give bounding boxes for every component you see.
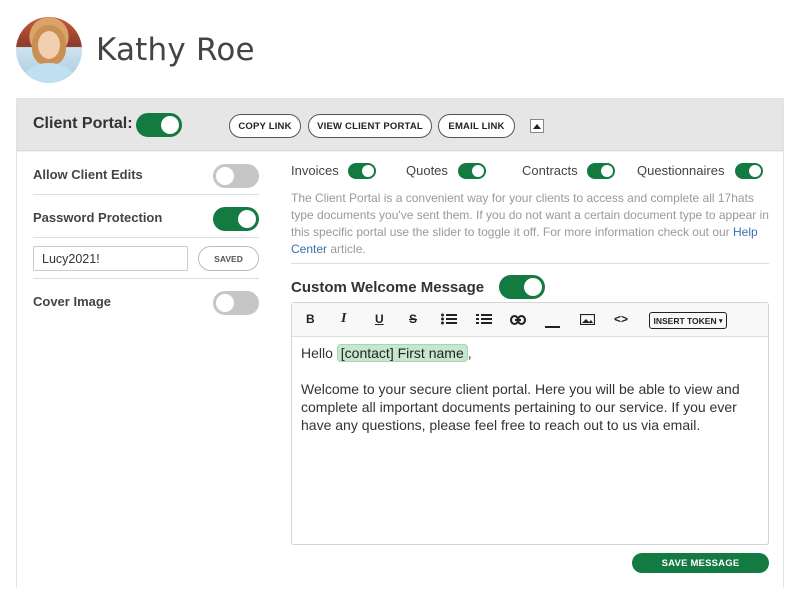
description-text: The Client Portal is a convenient way fo…: [291, 191, 769, 239]
client-portal-toggle[interactable]: [136, 113, 182, 137]
portal-description: The Client Portal is a convenient way fo…: [291, 190, 769, 258]
contracts-label: Contracts: [522, 163, 578, 178]
bold-icon[interactable]: B: [306, 312, 315, 326]
greeting-line: Hello [contact] First name,: [301, 344, 759, 362]
contracts-toggle[interactable]: [587, 163, 615, 179]
portal-content-column: Invoices Quotes Contracts Questionnaires…: [291, 152, 769, 573]
contact-first-name-token[interactable]: [contact] First name: [336, 344, 468, 362]
questionnaires-toggle[interactable]: [735, 163, 763, 179]
doc-type-quotes: Quotes: [406, 163, 486, 179]
password-protection-row: Password Protection: [33, 195, 259, 238]
caret-down-icon: ▾: [719, 317, 723, 325]
profile-name: Kathy Roe: [96, 32, 255, 68]
invoices-label: Invoices: [291, 163, 339, 178]
custom-welcome-message-toggle[interactable]: [499, 275, 545, 299]
password-protection-toggle[interactable]: [213, 207, 259, 231]
email-link-button[interactable]: EMAIL LINK: [438, 114, 515, 138]
profile-header: Kathy Roe: [16, 16, 516, 84]
underline-icon[interactable]: U: [375, 312, 384, 326]
divider: [291, 263, 769, 264]
numbered-list-icon[interactable]: [476, 313, 492, 328]
horizontal-rule-icon[interactable]: [545, 318, 560, 332]
insert-token-label: INSERT TOKEN: [653, 315, 717, 326]
copy-link-button[interactable]: COPY LINK: [229, 114, 301, 138]
greeting-text: Hello: [301, 345, 333, 361]
portal-toolbar: Client Portal: COPY LINK VIEW CLIENT POR…: [17, 99, 783, 151]
image-icon[interactable]: [579, 313, 596, 328]
view-client-portal-button[interactable]: VIEW CLIENT PORTAL: [308, 114, 432, 138]
save-message-button[interactable]: SAVE MESSAGE: [632, 553, 769, 573]
editor-toolbar: B I U S <> INSERT TOKEN ▾: [292, 303, 768, 337]
italic-icon[interactable]: I: [341, 311, 346, 327]
invoices-toggle[interactable]: [348, 163, 376, 179]
quotes-toggle[interactable]: [458, 163, 486, 179]
code-icon[interactable]: <>: [614, 312, 628, 326]
caret-up-icon: [533, 123, 541, 129]
questionnaires-label: Questionnaires: [637, 163, 725, 178]
strikethrough-icon[interactable]: S: [409, 312, 417, 326]
saved-button[interactable]: SAVED: [198, 246, 259, 271]
link-icon[interactable]: [510, 314, 526, 328]
custom-welcome-message-label: Custom Welcome Message: [291, 279, 485, 296]
editor-content[interactable]: Hello [contact] First name, Welcome to y…: [292, 337, 768, 459]
collapse-button[interactable]: [530, 119, 544, 133]
client-portal-panel: Client Portal: COPY LINK VIEW CLIENT POR…: [16, 98, 784, 588]
quotes-label: Quotes: [406, 163, 448, 178]
bullet-list-icon[interactable]: [441, 313, 457, 328]
description-suffix: article.: [327, 242, 366, 256]
client-portal-label: Client Portal:: [33, 115, 133, 132]
password-field[interactable]: Lucy2021!: [33, 246, 188, 271]
portal-settings: Allow Client Edits Password Protection L…: [17, 152, 783, 588]
insert-token-dropdown[interactable]: INSERT TOKEN ▾: [649, 312, 727, 329]
document-type-toggles: Invoices Quotes Contracts Questionnaires: [291, 152, 769, 180]
welcome-message-text: Welcome to your secure client portal. He…: [301, 381, 740, 433]
password-row: Lucy2021! SAVED: [33, 238, 259, 279]
allow-client-edits-toggle[interactable]: [213, 164, 259, 188]
password-protection-label: Password Protection: [33, 210, 163, 225]
doc-type-questionnaires: Questionnaires: [637, 163, 763, 179]
doc-type-contracts: Contracts: [522, 163, 615, 179]
avatar: [16, 17, 82, 83]
greeting-comma: ,: [467, 345, 472, 361]
settings-column: Allow Client Edits Password Protection L…: [33, 152, 259, 322]
allow-client-edits-label: Allow Client Edits: [33, 167, 143, 182]
doc-type-invoices: Invoices: [291, 163, 376, 179]
welcome-message-editor[interactable]: B I U S <> INSERT TOKEN ▾ Hello [contact…: [291, 302, 769, 545]
cover-image-row: Cover Image: [33, 279, 259, 322]
cover-image-label: Cover Image: [33, 294, 112, 309]
allow-client-edits-row: Allow Client Edits: [33, 152, 259, 195]
cover-image-toggle[interactable]: [213, 291, 259, 315]
